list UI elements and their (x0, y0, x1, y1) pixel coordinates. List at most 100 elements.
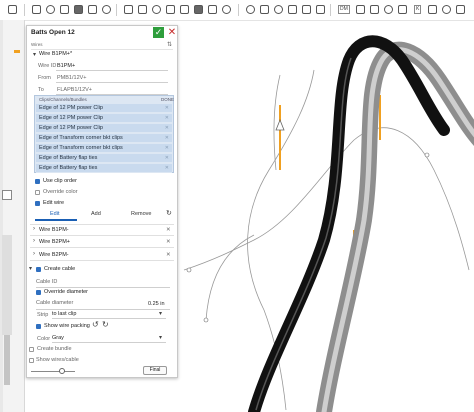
remove-icon[interactable]: ✕ (165, 105, 169, 111)
list-item[interactable]: Edge of Battery flap ties ✕ (36, 154, 172, 163)
scrollbar-thumb[interactable] (4, 335, 10, 385)
color-label: Color (37, 336, 51, 342)
frame-icon[interactable] (428, 5, 437, 14)
history-icon[interactable] (2, 190, 12, 200)
create-cable-checkbox[interactable] (36, 267, 41, 272)
chevron-down-icon[interactable]: ▾ (33, 51, 36, 58)
thicken-icon[interactable] (88, 5, 97, 14)
edit-wire-checkbox[interactable] (35, 201, 40, 206)
create-bundle-checkbox[interactable] (29, 347, 34, 352)
list-item[interactable]: Edge of Transform corner bkt clips ✕ (36, 144, 172, 153)
cancel-button[interactable]: ✕ (167, 27, 177, 38)
wire-group-collapsed[interactable]: › Wire B2PM+ ✕ (30, 237, 174, 248)
from-row: From PMB1/12V+ (27, 73, 177, 83)
chevron-right-icon[interactable]: › (33, 251, 35, 257)
remove-icon[interactable]: ✕ (166, 252, 171, 258)
remove-icon[interactable]: ✕ (165, 165, 169, 171)
more-tools-icon[interactable] (456, 5, 465, 14)
remove-icon[interactable]: ✕ (166, 239, 171, 245)
revolve-icon[interactable] (46, 5, 55, 14)
wire-node (203, 317, 209, 323)
rotate-right-icon[interactable]: ↻ (102, 320, 109, 329)
list-item[interactable]: Edge of 12 PM power Clip ✕ (36, 104, 172, 113)
list-item[interactable]: Edge of Transform corner bkt clips ✕ (36, 134, 172, 143)
wire-group-collapsed[interactable]: › Wire B1PM- ✕ (30, 224, 174, 236)
move-face-icon[interactable] (288, 5, 297, 14)
draft-icon[interactable] (166, 5, 175, 14)
sketch-icon[interactable] (8, 5, 17, 14)
wire-node (424, 152, 430, 158)
wire-group-label: Wire B1PM+* (39, 51, 73, 57)
remove-icon[interactable]: ✕ (166, 227, 171, 233)
remove-icon[interactable]: ✕ (165, 115, 169, 121)
form-icon[interactable] (398, 5, 407, 14)
strip-select[interactable]: to last clip ▾ (52, 310, 166, 319)
refresh-icon[interactable]: ↻ (166, 209, 172, 217)
override-color-checkbox[interactable] (35, 190, 40, 195)
loft-icon[interactable] (74, 5, 83, 14)
list-item[interactable]: Edge of 12 PM power Clip ✕ (36, 114, 172, 123)
override-color-label: Override color (43, 189, 78, 195)
hole-icon[interactable] (152, 5, 161, 14)
clips-done-button[interactable]: DONE (161, 97, 174, 102)
top-toolbar: DM K (0, 0, 474, 21)
color-select[interactable]: Gray ▾ (52, 334, 166, 343)
use-clip-order-checkbox[interactable] (35, 179, 40, 184)
chamfer-icon[interactable] (124, 5, 133, 14)
tab-icon[interactable] (370, 5, 379, 14)
to-input[interactable]: FLAPB1/12V+ (56, 86, 168, 95)
rotate-left-icon[interactable]: ↺ (92, 320, 99, 329)
sort-icon[interactable]: ⇅ (167, 41, 172, 48)
strip-value: to last clip (52, 311, 77, 317)
helix-icon[interactable] (260, 5, 269, 14)
accept-button[interactable]: ✓ (153, 27, 164, 38)
override-diameter-checkbox[interactable] (36, 290, 41, 295)
scrollbar[interactable] (2, 235, 12, 335)
wire-node (186, 267, 192, 273)
custom-feature-button[interactable]: K (414, 5, 422, 14)
from-input[interactable]: PMB1/12V+ (56, 74, 168, 83)
tab-remove[interactable]: Remove (131, 211, 151, 217)
sweep-icon[interactable] (60, 5, 69, 14)
remove-icon[interactable]: ✕ (165, 155, 169, 161)
wire-id-row: Wire ID B1PM+ (27, 61, 177, 71)
wire-id-input[interactable]: B1PM+ (56, 62, 168, 71)
extrude-icon[interactable] (32, 5, 41, 14)
edit-mode-tabs: Edit Add Remove ↻ (35, 209, 175, 221)
fillet-icon[interactable] (102, 5, 111, 14)
show-wires-cable-checkbox[interactable] (29, 358, 34, 363)
wires-section-header: Wires ⇅ (31, 41, 173, 50)
mate-connector-icon[interactable] (274, 5, 283, 14)
list-item[interactable]: Edge of 12 PM power Clip ✕ (36, 124, 172, 133)
bend-icon[interactable] (384, 5, 393, 14)
feature-marker (14, 50, 20, 53)
pattern-icon[interactable] (222, 5, 231, 14)
sheet-metal-button[interactable]: DM (338, 5, 350, 14)
flange-icon[interactable] (356, 5, 365, 14)
offset-surface-icon[interactable] (316, 5, 325, 14)
wire-group-collapsed[interactable]: › Wire B2PM- ✕ (30, 250, 174, 261)
clip-item-label: Edge of Transform corner bkt clips (39, 135, 123, 141)
chevron-right-icon[interactable]: › (33, 238, 35, 244)
list-item[interactable]: Edge of Battery flap ties ✕ (36, 164, 172, 173)
show-wire-packing-checkbox[interactable] (36, 324, 41, 329)
remove-icon[interactable]: ✕ (165, 145, 169, 151)
remove-icon[interactable]: ✕ (165, 135, 169, 141)
create-bundle-label: Create bundle (37, 346, 72, 352)
transform-icon[interactable] (208, 5, 217, 14)
cable-diameter-input[interactable]: 0.25 in (36, 301, 170, 310)
wire-group-header[interactable]: ▾ Wire B1PM+* (27, 50, 177, 59)
chevron-down-icon[interactable]: ▾ (29, 265, 32, 272)
tab-add[interactable]: Add (91, 211, 101, 217)
gusset-icon[interactable] (442, 5, 451, 14)
remove-icon[interactable]: ✕ (165, 125, 169, 131)
replace-face-icon[interactable] (302, 5, 311, 14)
tab-edit[interactable]: Edit (50, 211, 59, 217)
plane-icon[interactable] (246, 5, 255, 14)
boolean-icon[interactable] (180, 5, 189, 14)
shell-icon[interactable] (138, 5, 147, 14)
chevron-right-icon[interactable]: › (33, 226, 35, 232)
clips-list[interactable]: Clips/Channels/Bundles DONE Edge of 12 P… (34, 95, 174, 173)
cable-id-input[interactable] (36, 279, 170, 288)
split-icon[interactable] (194, 5, 203, 14)
